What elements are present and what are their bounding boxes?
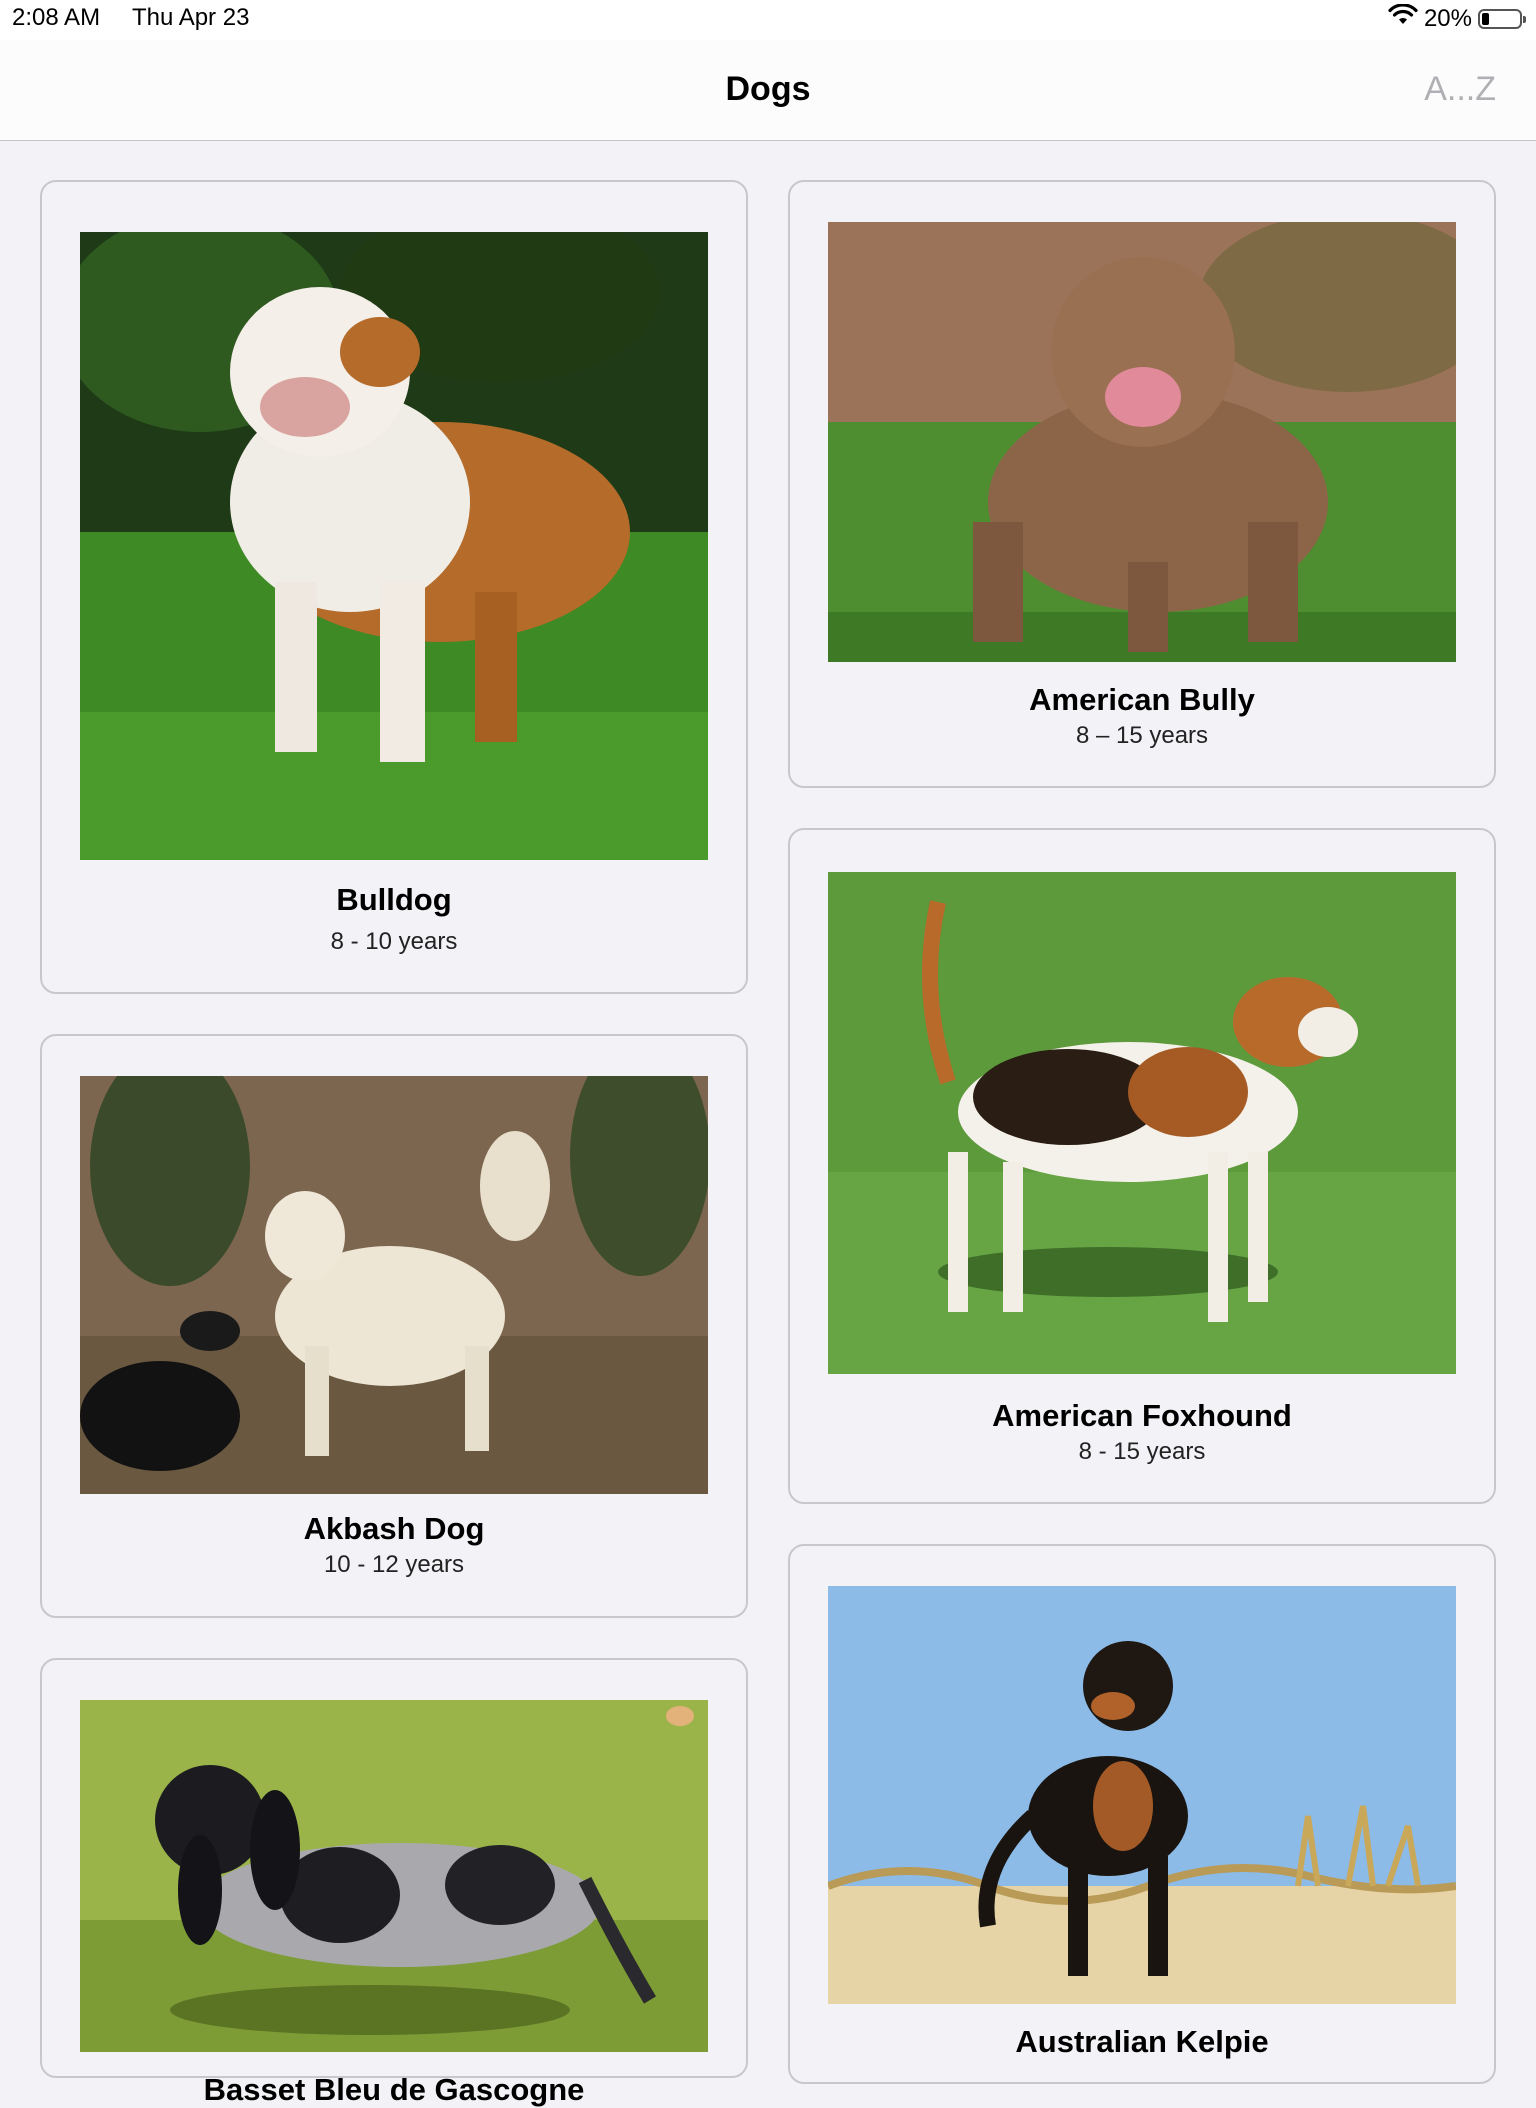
breed-card-basset-bleu-de-gascogne[interactable]: Basset Bleu de Gascogne xyxy=(40,1658,748,2107)
breed-card-american-bully[interactable]: American Bully 8 – 15 years xyxy=(788,180,1496,788)
breed-name: Basset Bleu de Gascogne xyxy=(203,2072,585,2107)
breed-life-span: 10 - 12 years xyxy=(323,1551,465,1578)
breed-name: American Foxhound xyxy=(992,1398,1292,1433)
breed-card-akbash-dog[interactable]: Akbash Dog 10 - 12 years xyxy=(40,1034,748,1618)
page-title: Dogs xyxy=(725,70,811,108)
breed-card-american-foxhound[interactable]: American Foxhound 8 - 15 years xyxy=(788,828,1496,1504)
status-bar: 2:08 AM Thu Apr 23 20% xyxy=(0,0,1536,40)
breed-photo-basset-bleu xyxy=(80,1700,708,2052)
breed-photo-bulldog xyxy=(80,232,708,860)
battery-icon xyxy=(1478,8,1526,29)
breed-card-australian-kelpie[interactable]: Australian Kelpie xyxy=(788,1544,1496,2084)
breed-life-span: 8 - 10 years xyxy=(330,928,458,955)
breed-name: Bulldog xyxy=(336,882,452,917)
breed-name: Akbash Dog xyxy=(303,1511,485,1546)
battery-percent: 20% xyxy=(1423,4,1472,32)
breed-photo-australian-kelpie xyxy=(828,1586,1456,2004)
breed-card-bulldog[interactable]: Bulldog 8 - 10 years xyxy=(40,180,748,994)
breed-name: Australian Kelpie xyxy=(1015,2024,1269,2059)
status-right: 20% xyxy=(1388,3,1526,33)
status-time: 2:08 AM xyxy=(12,4,101,31)
breed-life-span: 8 - 15 years xyxy=(1078,1438,1206,1465)
breed-name: American Bully xyxy=(1029,682,1255,717)
breed-photo-american-foxhound xyxy=(828,872,1456,1374)
navigation-bar: Dogs A...Z xyxy=(0,40,1536,141)
battery-fill xyxy=(1482,12,1489,25)
sort-az-button[interactable]: A...Z xyxy=(1424,70,1496,109)
status-date: Thu Apr 23 xyxy=(132,4,250,31)
wifi-icon xyxy=(1388,3,1418,33)
breed-photo-american-bully xyxy=(828,222,1456,662)
breed-life-span: 8 – 15 years xyxy=(1075,722,1209,749)
breed-photo-akbash-dog xyxy=(80,1076,708,1494)
